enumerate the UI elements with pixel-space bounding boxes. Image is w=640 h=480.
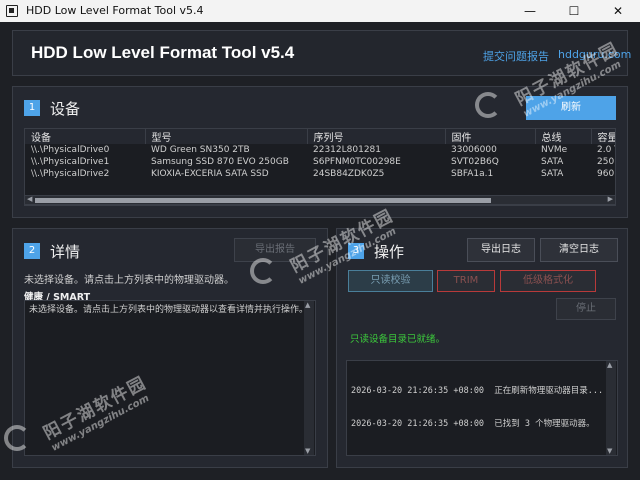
table-row[interactable]: \\.\PhysicalDrive1 Samsung SSD 870 EVO 2… <box>25 156 616 168</box>
export-log-button[interactable]: 导出日志 <box>467 238 535 262</box>
section-number-2: 2 <box>24 243 40 259</box>
scroll-down-icon[interactable]: ▼ <box>305 447 310 455</box>
cell-model: WD Green SN350 2TB <box>151 145 250 155</box>
cell-bus: SATA <box>541 157 564 167</box>
clear-log-button[interactable]: 清空日志 <box>540 238 618 262</box>
header-panel: HDD Low Level Format Tool v5.4 提交问题报告 hd… <box>12 30 631 76</box>
refresh-button[interactable]: 刷新 <box>526 96 616 120</box>
cell-bus: SATA <box>541 169 564 179</box>
details-vertical-scrollbar[interactable]: ▲ ▼ <box>304 301 314 455</box>
cell-device: \\.\PhysicalDrive2 <box>31 169 110 179</box>
maximize-button[interactable]: ☐ <box>552 0 596 22</box>
section-number-3: 3 <box>348 243 364 259</box>
scroll-up-icon[interactable]: ▲ <box>607 361 612 369</box>
log-textbox[interactable]: 2026-03-20 21:26:35 +08:00 正在刷新物理驱动器目录..… <box>346 360 618 456</box>
cell-firmware: SVT02B6Q <box>451 157 499 167</box>
cell-firmware: 33006000 <box>451 145 497 155</box>
app-icon <box>6 5 18 17</box>
log-vertical-scrollbar[interactable]: ▲ ▼ <box>606 361 616 455</box>
scroll-up-icon[interactable]: ▲ <box>305 301 310 309</box>
cell-firmware: SBFA1a.1 <box>451 169 494 179</box>
table-row[interactable]: \\.\PhysicalDrive0 WD Green SN350 2TB 22… <box>25 144 615 156</box>
site-link[interactable]: hddguru.com <box>558 48 631 61</box>
col-capacity[interactable]: 容量 <box>591 129 615 144</box>
scroll-down-icon[interactable]: ▼ <box>607 447 612 455</box>
export-report-button[interactable]: 导出报告 <box>234 238 316 262</box>
cell-serial: 24SB84ZDK0Z5 <box>313 169 385 179</box>
close-button[interactable]: ✕ <box>596 0 640 22</box>
no-selection-text: 未选择设备。请点击上方列表中的物理驱动器。 <box>24 275 234 286</box>
cell-device: \\.\PhysicalDrive0 <box>31 145 110 155</box>
title-bar: HDD Low Level Format Tool v5.4 — ☐ ✕ <box>0 0 640 22</box>
devices-horizontal-scrollbar[interactable]: ◀ ▶ <box>24 195 616 205</box>
col-firmware[interactable]: 固件 <box>445 129 536 144</box>
window-title: HDD Low Level Format Tool v5.4 <box>26 4 204 17</box>
col-device[interactable]: 设备 <box>25 129 146 144</box>
minimize-button[interactable]: — <box>508 0 552 22</box>
stop-button[interactable]: 停止 <box>556 298 616 320</box>
health-text: 未选择设备。请点击上方列表中的物理驱动器以查看详情并执行操作。 <box>29 305 309 315</box>
section-number-1: 1 <box>24 100 40 116</box>
log-line: 2026-03-20 21:26:35 +08:00 已找到 3 个物理驱动器。 <box>351 419 595 429</box>
cell-capacity: 2.0 T <box>597 145 615 155</box>
feedback-link[interactable]: 提交问题报告 <box>483 48 549 64</box>
details-title: 详情 <box>50 243 81 261</box>
readonly-verify-button[interactable]: 只读校验 <box>348 270 433 292</box>
table-row[interactable]: \\.\PhysicalDrive2 KIOXIA-EXCERIA SATA S… <box>25 168 616 180</box>
cell-bus: NVMe <box>541 145 568 155</box>
log-line: 2026-03-20 21:26:35 +08:00 正在刷新物理驱动器目录..… <box>351 386 604 396</box>
cell-model: Samsung SSD 870 EVO 250GB <box>151 157 289 167</box>
col-serial[interactable]: 序列号 <box>307 129 446 144</box>
devices-title: 设备 <box>50 100 81 118</box>
status-text: 只读设备目录已就绪。 <box>350 334 446 345</box>
app-title: HDD Low Level Format Tool v5.4 <box>31 43 295 62</box>
col-bus[interactable]: 总线 <box>535 129 592 144</box>
cell-model: KIOXIA-EXCERIA SATA SSD <box>151 169 269 179</box>
health-textbox[interactable]: 未选择设备。请点击上方列表中的物理驱动器以查看详情并执行操作。 <box>24 300 316 456</box>
scrollbar-thumb[interactable] <box>35 198 491 203</box>
scroll-left-icon[interactable]: ◀ <box>27 195 32 203</box>
scroll-right-icon[interactable]: ▶ <box>608 195 613 203</box>
operations-title: 操作 <box>374 243 405 261</box>
cell-serial: S6PFNM0TC00298E <box>313 157 401 167</box>
cell-serial: 22312L801281 <box>313 145 382 155</box>
col-model[interactable]: 型号 <box>145 129 308 144</box>
table-header: 设备 型号 序列号 固件 总线 容量 <box>25 129 615 144</box>
cell-capacity: 250. <box>597 157 616 167</box>
cell-device: \\.\PhysicalDrive1 <box>31 157 110 167</box>
cell-capacity: 960. <box>597 169 616 179</box>
low-level-format-button[interactable]: 低级格式化 <box>500 270 596 292</box>
trim-button[interactable]: TRIM <box>437 270 495 292</box>
